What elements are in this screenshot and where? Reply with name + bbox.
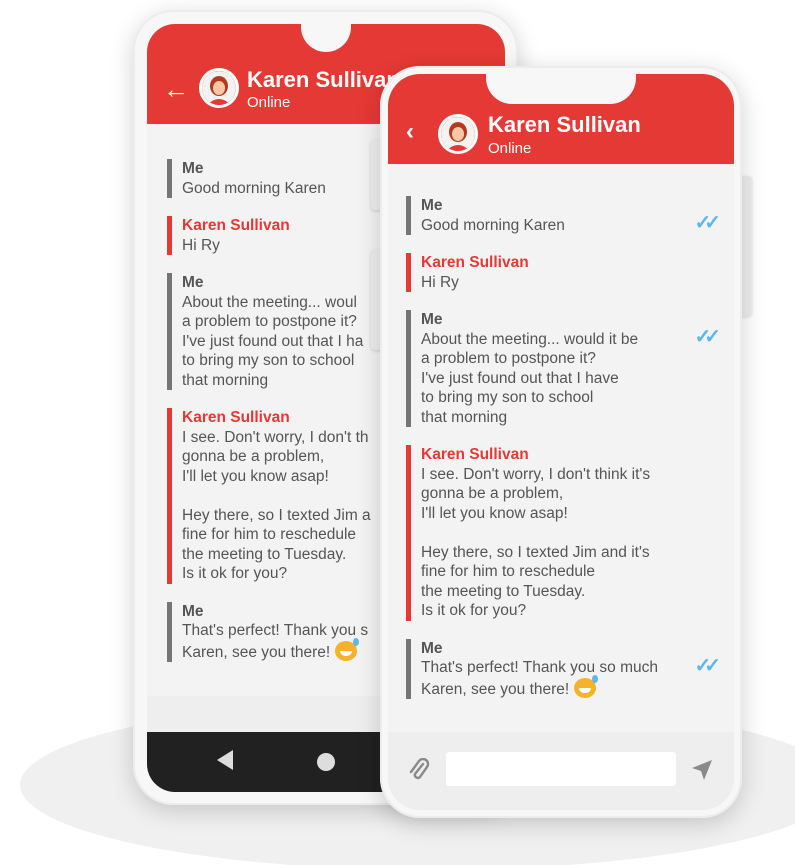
front-phone: ‹ Karen Sullivan Online Me Good morning … [380, 66, 742, 818]
message-own: Me That's perfect! Thank you so much Kar… [406, 638, 721, 699]
double-check-icon: ✓✓ [694, 212, 720, 234]
grin-sweat-emoji-icon [334, 637, 359, 661]
double-check-icon: ✓✓ [694, 654, 720, 677]
contact-name: Karen Sullivan [247, 67, 400, 92]
message-sender: Me [421, 639, 443, 657]
grin-sweat-emoji-icon [573, 674, 598, 698]
message-sender: Karen Sullivan [421, 446, 529, 463]
message-text: That's perfect! Thank you so much Karen,… [421, 659, 659, 698]
mockup-stage: ← Karen Sullivan Online Me Good morning … [0, 0, 795, 865]
paperclip-icon[interactable] [408, 757, 430, 780]
avatar-icon[interactable] [438, 114, 478, 154]
contact-status: Online [247, 94, 291, 111]
message-composer [388, 732, 734, 810]
camera-notch [301, 24, 351, 52]
chat-header: ‹ Karen Sullivan Online [388, 74, 734, 164]
message-text: Hi Ry [421, 273, 459, 291]
message-list: Me Good morning Karen ✓✓ Karen Sullivan … [388, 196, 734, 717]
message-own: Me Good morning Karen ✓✓ [406, 196, 721, 235]
contact-status: Online [488, 140, 532, 157]
message-text-wrap: That's perfect! Thank you so much Karen,… [421, 658, 686, 699]
message-contact: Karen Sullivan Hi Ry [406, 253, 686, 292]
contact-name: Karen Sullivan [488, 112, 641, 137]
message-sender: Me [421, 311, 443, 328]
camera-notch [486, 74, 636, 104]
back-arrow-icon[interactable]: ‹ [406, 118, 414, 146]
double-check-icon: ✓✓ [694, 326, 720, 348]
back-arrow-icon[interactable]: ← [163, 74, 189, 105]
nav-home-icon[interactable] [317, 753, 335, 771]
message-text: About the meeting... would it be a probl… [421, 330, 639, 426]
message-input[interactable] [446, 752, 676, 786]
nav-back-icon[interactable] [217, 750, 233, 770]
message-own: Me About the meeting... would it be a pr… [406, 310, 721, 427]
message-contact: Karen Sullivan I see. Don't worry, I don… [406, 445, 686, 621]
message-text: Good morning Karen [421, 216, 565, 234]
send-icon[interactable] [690, 758, 714, 787]
message-sender: Me [421, 197, 443, 214]
avatar-icon[interactable] [199, 68, 239, 108]
front-phone-screen: ‹ Karen Sullivan Online Me Good morning … [388, 74, 734, 810]
message-sender: Karen Sullivan [421, 254, 529, 271]
message-text: I see. Don't worry, I don't think it's g… [421, 465, 651, 620]
